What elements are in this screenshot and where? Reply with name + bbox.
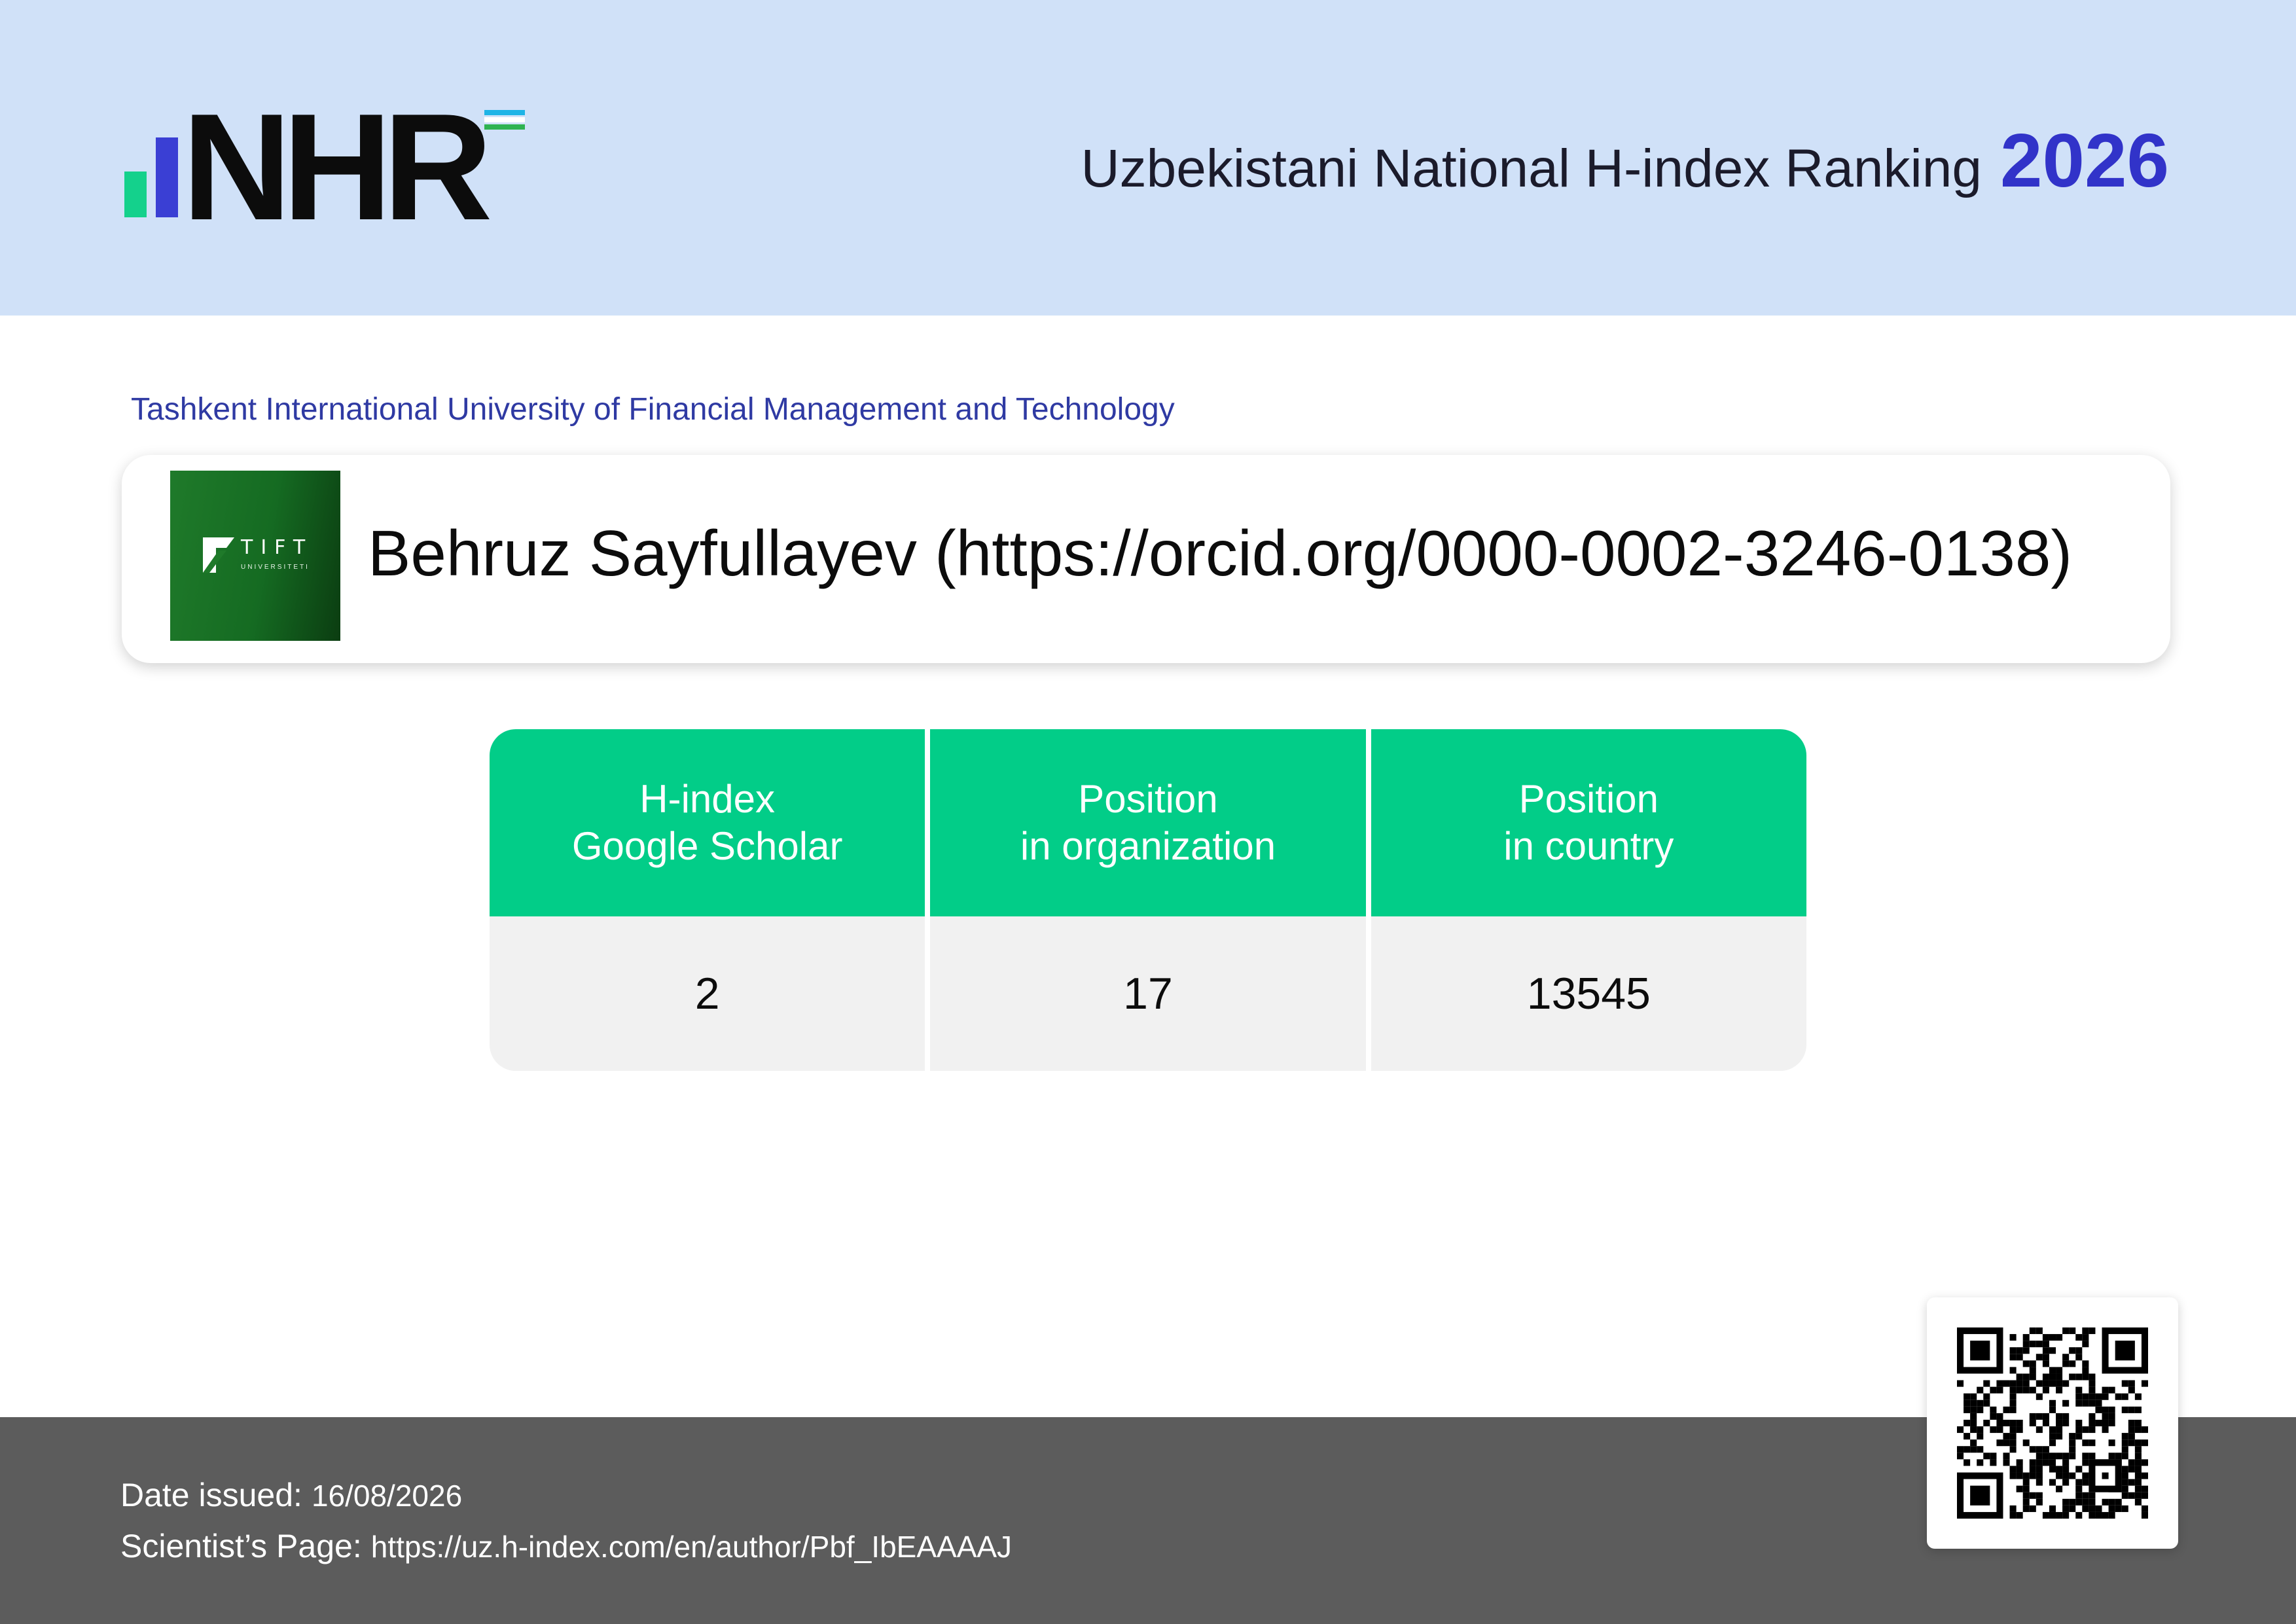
page-title: Uzbekistani National H-index Ranking 202… [1081,117,2169,204]
logo-bar-green [124,171,147,217]
stat-header-line2: in organization [1020,824,1276,868]
scientist-name: Behruz Sayfullayev (https://orcid.org/00… [368,517,2072,589]
stat-value-country-position: 13545 [1371,916,1806,1071]
logo-text: NHR [182,82,493,252]
tift-mark-icon [203,537,234,573]
scientist-page: Scientist’s Page: https://uz.h-index.com/… [120,1527,1012,1565]
university-logo: TIFT UNIVERSITETI [170,471,340,641]
scientist-card: TIFT UNIVERSITETI Behruz Sayfullayev (ht… [122,455,2170,663]
tift-wordmark: TIFT [241,536,314,559]
stat-value-hindex: 2 [490,916,925,1071]
scientist-page-link[interactable]: https://uz.h-index.com/en/author/Pbf_IbE… [371,1530,1012,1564]
stat-header-line1: Position [1078,777,1218,821]
stats-table: H-index Google Scholar 2 Position in org… [490,729,1806,1071]
stat-value-org-position: 17 [930,916,1366,1071]
uzbek-flag-icon [484,110,525,131]
stat-header-line1: Position [1518,777,1659,821]
stat-header: Position in country [1371,729,1806,916]
date-issued-value: 16/08/2026 [311,1479,463,1513]
tift-subtext: UNIVERSITETI [241,564,310,571]
qr-code-card[interactable] [1927,1297,2178,1549]
qr-code-icon [1957,1327,2148,1519]
logo-bar-blue [156,137,178,217]
organization-name: Tashkent International University of Fin… [131,392,1175,427]
date-issued: Date issued: 16/08/2026 [120,1476,462,1514]
ranking-year: 2026 [2000,118,2169,203]
stat-column-country-position: Position in country 13545 [1371,729,1806,1071]
stat-column-org-position: Position in organization 17 [930,729,1366,1071]
date-issued-label: Date issued: [120,1477,302,1513]
nhr-logo: NHR [124,92,537,244]
header-band: NHR Uzbekistani National H-index Ranking… [0,0,2296,316]
stat-header-line2: Google Scholar [571,824,843,868]
stat-column-hindex: H-index Google Scholar 2 [490,729,925,1071]
ranking-title: Uzbekistani National H-index Ranking [1081,139,1982,198]
stat-header-line2: in country [1503,824,1674,868]
stat-header: Position in organization [930,729,1366,916]
stat-header: H-index Google Scholar [490,729,925,916]
scientist-page-label: Scientist’s Page: [120,1528,362,1564]
stat-header-line1: H-index [639,777,776,821]
